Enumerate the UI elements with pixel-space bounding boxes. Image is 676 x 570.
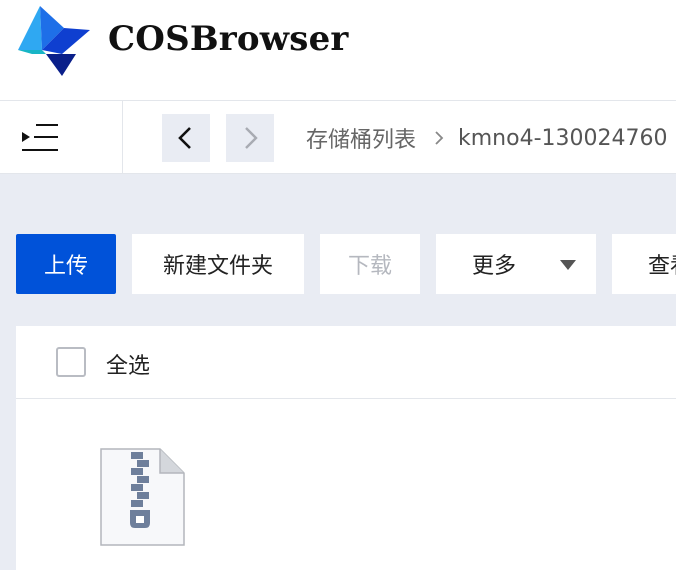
- select-all-checkbox[interactable]: [56, 347, 86, 377]
- breadcrumb-bucket-list[interactable]: 存储桶列表: [306, 122, 416, 154]
- chevron-right-icon: [245, 127, 258, 149]
- file-item[interactable]: [100, 448, 186, 546]
- new-folder-button[interactable]: 新建文件夹: [132, 234, 304, 294]
- file-list-panel: 全选: [16, 326, 676, 570]
- forward-button[interactable]: [226, 114, 274, 162]
- more-dropdown-button[interactable]: 更多: [436, 234, 596, 294]
- app-title: COSBrowser: [108, 19, 349, 59]
- sidebar-toggle-button[interactable]: [0, 101, 123, 173]
- select-all-row: 全选: [16, 326, 676, 399]
- collapse-menu-icon: [22, 124, 58, 151]
- caret-down-icon: [560, 260, 576, 270]
- zip-file-icon: [100, 448, 185, 546]
- view-button[interactable]: 查看: [612, 234, 676, 294]
- action-toolbar: 上传 新建文件夹 下载 更多 查看: [0, 234, 676, 294]
- app-header: COSBrowser: [0, 0, 676, 101]
- upload-button[interactable]: 上传: [16, 234, 116, 294]
- back-button[interactable]: [162, 114, 210, 162]
- breadcrumb-separator-icon: [434, 130, 444, 146]
- download-button[interactable]: 下载: [320, 234, 420, 294]
- breadcrumb-current-bucket[interactable]: kmno4-130024760: [458, 126, 667, 151]
- select-all-label: 全选: [106, 354, 151, 379]
- more-label: 更多: [472, 254, 517, 279]
- breadcrumb: 存储桶列表 kmno4-130024760: [306, 122, 668, 154]
- navigation-bar: 存储桶列表 kmno4-130024760: [0, 101, 676, 174]
- cos-logo-icon: [18, 6, 90, 76]
- chevron-left-icon: [178, 127, 191, 149]
